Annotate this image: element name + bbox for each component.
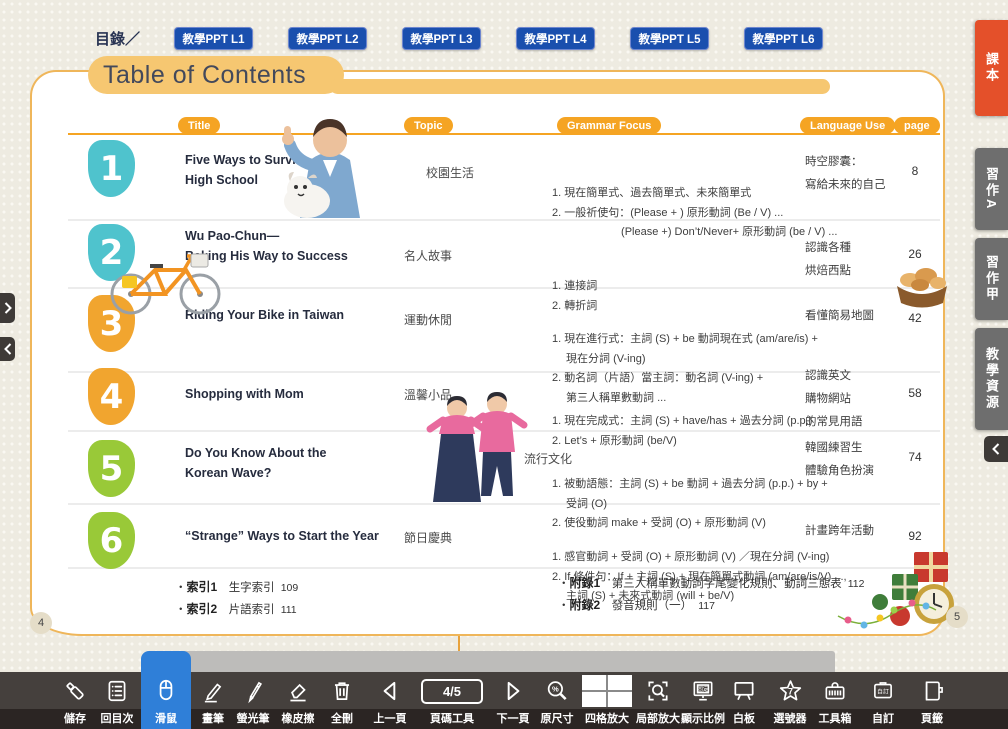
ppt-button-l2[interactable]: 教學PPT L2: [288, 27, 367, 50]
lesson-language-use: 認識英文購物網站的常見用語: [805, 365, 907, 434]
original-size-button[interactable]: % 原尺寸: [533, 672, 581, 729]
side-tab-textbook[interactable]: 課本: [975, 20, 1008, 116]
four-grid-zoom-button[interactable]: 四格放大: [579, 672, 635, 729]
ppt-button-l6[interactable]: 教學PPT L6: [744, 27, 823, 50]
side-tab-teaching-resources[interactable]: 教學資源: [975, 328, 1008, 430]
lesson-page-number: 58: [893, 386, 937, 400]
four-grid-icon: [582, 674, 632, 708]
chevron-left-icon[interactable]: [984, 436, 1008, 462]
breadcrumb: 目錄／: [95, 28, 140, 49]
appendix-item: ・附錄1 第三人稱單數動詞字尾變化規則、動詞三態表112: [558, 574, 864, 591]
ppt-button-l5[interactable]: 教學PPT L5: [630, 27, 709, 50]
eraser-tool-button[interactable]: 橡皮擦: [274, 672, 322, 729]
lesson-language-use: 計畫跨年活動: [805, 520, 907, 543]
column-header-grammar: Grammar Focus: [557, 117, 661, 134]
pencil-icon: [200, 674, 226, 708]
page-number-tool[interactable]: 4/5 頁碼工具: [417, 672, 487, 729]
svg-text:固定: 固定: [697, 685, 709, 693]
page-marker-right: 5: [946, 606, 968, 628]
lesson-language-use: 時空膠囊：寫給未來的自己: [805, 151, 907, 197]
custom-toolbox-icon: 自訂: [870, 674, 896, 708]
lesson-topic: 校園生活: [426, 164, 474, 181]
ppt-button-l3[interactable]: 教學PPT L3: [402, 27, 481, 50]
page-title-banner-tail: [330, 79, 830, 94]
column-header-topic: Topic: [404, 117, 453, 134]
next-page-button[interactable]: 下一頁: [489, 672, 537, 729]
lesson-topic: 運動休閒: [404, 311, 452, 328]
appendix-item: ・附錄2 發音規則（一）117: [558, 596, 715, 613]
hanbok-couple-photo: [425, 390, 529, 510]
lesson-title: Shopping with Mom: [185, 384, 390, 404]
chevron-left-icon[interactable]: [0, 337, 15, 361]
trash-icon: [329, 674, 355, 708]
prev-page-icon: [377, 674, 403, 708]
custom-toolbox-button[interactable]: 自訂 自訂: [859, 672, 907, 729]
student-thumbs-up-with-dog-photo: [255, 105, 405, 223]
page-tabs-button[interactable]: 頁籤: [908, 672, 956, 729]
lesson-topic: 節日慶典: [404, 529, 452, 546]
whiteboard-button[interactable]: 白板: [720, 672, 768, 729]
highlighter-tool-button[interactable]: 螢光筆: [229, 672, 277, 729]
chevron-right-icon[interactable]: [0, 293, 15, 323]
column-header-language: Language Use: [800, 117, 895, 134]
column-header-page: page: [894, 117, 940, 134]
lesson-page-number: 8: [893, 164, 937, 178]
column-header-title: Title: [178, 117, 220, 134]
zoom-original-icon: %: [544, 674, 570, 708]
eraser-icon: [285, 674, 311, 708]
display-ratio-icon: 固定: [690, 674, 716, 708]
lesson-page-number: 92: [893, 529, 937, 543]
index-item: ・索引2 片語索引111: [175, 600, 297, 617]
whiteboard-icon: [731, 674, 757, 708]
area-zoom-button[interactable]: 局部放大: [634, 672, 682, 729]
svg-text:自訂: 自訂: [877, 687, 889, 695]
back-to-contents-button[interactable]: 回目次: [93, 672, 141, 729]
number-picker-icon: 7: [777, 674, 804, 708]
toolbox-icon: [822, 674, 848, 708]
page-marker-left: 4: [30, 612, 52, 634]
page-tabs-icon: [919, 674, 945, 708]
lesson-page-number: 74: [893, 450, 937, 464]
highlighter-icon: [240, 674, 266, 708]
side-tab-workbook-jia[interactable]: 習作甲: [975, 238, 1008, 320]
lesson-language-use: 韓國練習生體驗角色扮演: [805, 437, 907, 483]
bottom-toolbar: 儲存 回目次 滑鼠 畫筆 螢光筆: [0, 672, 1008, 729]
lesson-title: Do You Know About theKorean Wave?: [185, 443, 390, 483]
christmas-gifts-clock-photo: [836, 546, 964, 641]
orange-bicycle-photo: [103, 236, 228, 321]
next-page-icon: [500, 674, 526, 708]
contents-list-icon: [104, 674, 130, 708]
index-item: ・索引1 生字索引109: [175, 578, 298, 595]
previous-page-button[interactable]: 上一頁: [366, 672, 414, 729]
side-tab-workbook-a[interactable]: 習作A: [975, 148, 1008, 230]
mouse-icon: [153, 673, 179, 707]
svg-text:%: %: [552, 685, 559, 694]
zoom-area-icon: [645, 674, 671, 708]
number-picker-button[interactable]: 7 選號器: [766, 672, 814, 729]
lesson-topic: 名人故事: [404, 247, 452, 264]
toolbar-backdrop-panel: [175, 651, 835, 672]
mouse-tool-button[interactable]: 滑鼠: [141, 651, 191, 729]
bread-basket-photo: [892, 240, 952, 315]
toolbox-button[interactable]: 工具箱: [811, 672, 859, 729]
page-indicator[interactable]: 4/5: [421, 679, 483, 704]
page-title: Table of Contents: [103, 61, 306, 90]
svg-text:7: 7: [787, 686, 792, 696]
ppt-button-l4[interactable]: 教學PPT L4: [516, 27, 595, 50]
page-title-banner: Table of Contents: [88, 56, 344, 94]
delete-all-button[interactable]: 全刪: [318, 672, 366, 729]
save-button[interactable]: 儲存: [51, 672, 99, 729]
ppt-button-l1[interactable]: 教學PPT L1: [174, 27, 253, 50]
usb-drive-icon: [62, 674, 88, 708]
lesson-title: “Strange” Ways to Start the Year: [185, 526, 390, 546]
